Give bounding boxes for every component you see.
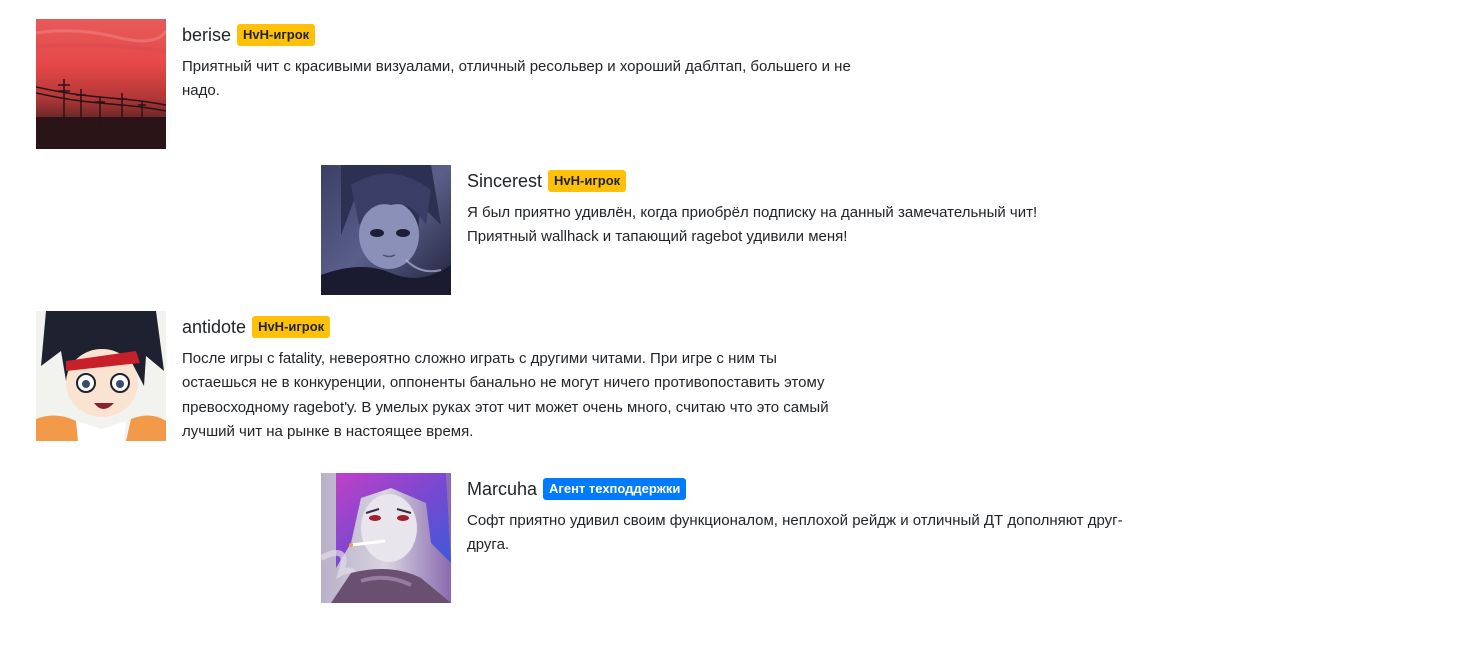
review-item: antidote HvH-игрок После игры с fatality… (36, 311, 842, 445)
user-avatar (321, 165, 451, 295)
review-content: Sincerest HvH-игрок Я был приятно удивлё… (467, 165, 1107, 250)
review-header: Marcuha Агент техподдержки (467, 475, 1157, 503)
role-badge: Агент техподдержки (543, 478, 687, 500)
review-item: berise HvH-игрок Приятный чит с красивым… (36, 19, 872, 149)
review-item: Marcuha Агент техподдержки Софт приятно … (321, 473, 1157, 603)
review-text: После игры с fatality, невероятно сложно… (182, 350, 829, 441)
review-content: antidote HvH-игрок После игры с fatality… (182, 311, 842, 445)
anime-girl-shocked-avatar-image (36, 311, 166, 441)
review-content: berise HvH-игрок Приятный чит с красивым… (182, 19, 872, 104)
review-content: Marcuha Агент техподдержки Софт приятно … (467, 473, 1157, 558)
review-header: berise HvH-игрок (182, 21, 872, 49)
review-header: Sincerest HvH-игрок (467, 167, 1107, 195)
anime-smoking-purple-hair-avatar-image (321, 473, 451, 603)
user-avatar (36, 311, 166, 441)
username: Sincerest (467, 171, 543, 191)
username: antidote (182, 317, 247, 337)
role-badge: HvH-игрок (548, 170, 627, 192)
user-avatar (321, 473, 451, 603)
user-avatar (36, 19, 166, 149)
review-text: Я был приятно удивлён, когда приобрёл по… (467, 204, 1038, 246)
sunset-power-lines-avatar-image (36, 19, 166, 149)
review-header: antidote HvH-игрок (182, 313, 842, 341)
review-text: Приятный чит с красивыми визуалами, отли… (182, 58, 851, 100)
username: Marcuha (467, 479, 538, 499)
anime-girl-dark-avatar-image (321, 165, 451, 295)
review-item: Sincerest HvH-игрок Я был приятно удивлё… (321, 165, 1107, 295)
role-badge: HvH-игрок (237, 24, 316, 46)
review-text: Софт приятно удивил своим функционалом, … (467, 512, 1123, 554)
role-badge: HvH-игрок (252, 316, 331, 338)
username: berise (182, 25, 232, 45)
